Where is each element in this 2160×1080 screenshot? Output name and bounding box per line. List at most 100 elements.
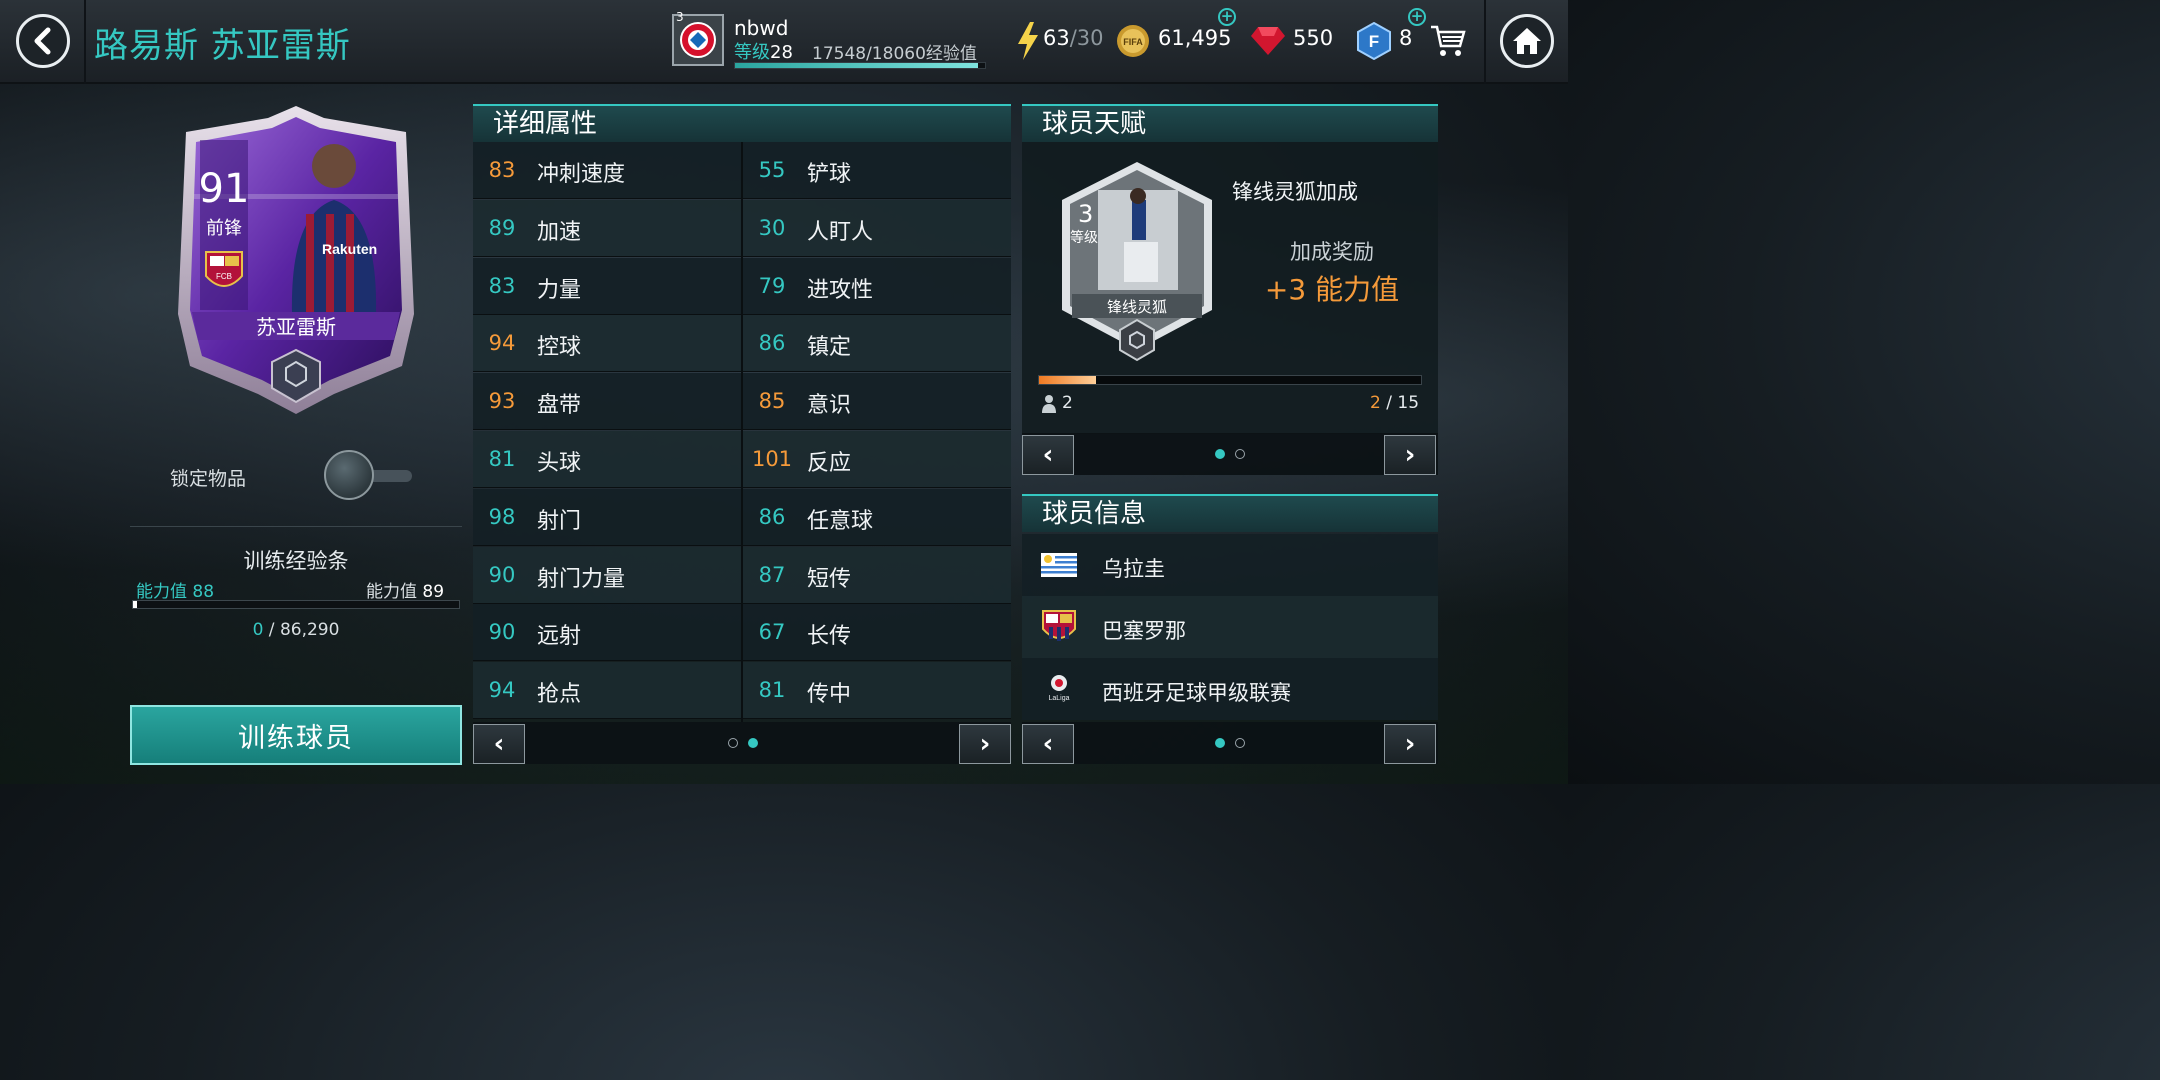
attribute-row: 86 任意球 <box>743 488 1011 546</box>
player-card[interactable]: Rakuten 91 前锋 FCB 苏亚雷斯 <box>164 104 428 416</box>
add-points-button[interactable]: + <box>1408 8 1426 26</box>
attribute-value: 90 <box>488 620 516 645</box>
info-row-league[interactable]: LaLiga 西班牙足球甲级联赛 <box>1022 658 1438 720</box>
league-logo-text: LaLiga <box>1048 695 1069 702</box>
attribute-name: 人盯人 <box>807 219 874 245</box>
stamina: 63/30 <box>1043 26 1104 50</box>
pager-dot-2[interactable] <box>1235 738 1245 748</box>
shopping-cart-icon[interactable] <box>1430 24 1466 58</box>
card-sponsor: Rakuten <box>322 241 377 257</box>
attribute-row: 94 抢点 <box>473 662 741 720</box>
coin-icon: FIFA <box>1117 25 1149 57</box>
attribute-name: 长传 <box>807 624 852 650</box>
attribute-value: 101 <box>751 447 793 471</box>
stamina-max: /30 <box>1069 26 1104 50</box>
talent-progress-fill <box>1039 376 1097 384</box>
talent-level-label: 等级 <box>1070 229 1098 246</box>
training-title: 训练经验条 <box>243 549 349 573</box>
talent-points: 2 / 15 <box>1370 393 1419 413</box>
attributes-prev-button[interactable]: ‹ <box>473 724 525 764</box>
info-prev-button[interactable]: ‹ <box>1022 724 1074 764</box>
attribute-row: 93 盘带 <box>473 373 741 431</box>
back-button[interactable] <box>16 14 70 68</box>
info-panel-title: 球员信息 <box>1022 494 1438 532</box>
ovr-current-value: 88 <box>192 582 215 602</box>
user-xp: 17548/18060经验值 <box>812 44 977 64</box>
user-level: 等级28 <box>734 38 793 64</box>
attribute-row: 67 长传 <box>743 604 1011 662</box>
talent-pager: ‹ › <box>1022 433 1438 475</box>
info-next-button[interactable]: › <box>1384 724 1436 764</box>
attribute-row: 30 人盯人 <box>743 199 1011 257</box>
svg-text:FIFA: FIFA <box>1123 37 1143 47</box>
progress-max: 86,290 <box>279 620 340 640</box>
attribute-value: 79 <box>758 273 786 298</box>
gem-icon <box>1251 27 1285 55</box>
talent-badge-frame: 3 等级 锋线灵狐 <box>1062 162 1212 362</box>
info-row-nation[interactable]: 乌拉圭 <box>1022 534 1438 596</box>
attribute-name: 意识 <box>807 393 852 419</box>
attribute-name: 射门力量 <box>537 566 626 592</box>
attribute-row: 81 传中 <box>743 662 1011 720</box>
attribute-value: 83 <box>488 158 516 182</box>
user-level-value: 28 <box>770 42 793 63</box>
ovr-next-value: 89 <box>422 582 445 602</box>
attribute-name: 加速 <box>537 219 582 245</box>
stamina-current: 63 <box>1043 26 1070 50</box>
talent-badge[interactable]: 3 等级 锋线灵狐 <box>1058 160 1216 364</box>
pager-dot-1[interactable] <box>1215 738 1225 748</box>
divider <box>130 526 462 527</box>
ovr-label: 能力值 <box>136 582 187 602</box>
info-row-club[interactable]: 巴塞罗那 <box>1022 596 1438 658</box>
lightning-icon <box>1018 22 1038 60</box>
talent-prev-button[interactable]: ‹ <box>1022 435 1074 475</box>
attribute-row: 86 镇定 <box>743 315 1011 373</box>
attribute-name: 短传 <box>807 566 852 592</box>
top-bar: 路易斯 苏亚雷斯 3 nbwd 等级28 17548/18060经验值 63/3… <box>0 0 1568 84</box>
attribute-value: 90 <box>488 562 516 587</box>
attribute-value: 89 <box>488 215 516 240</box>
svg-text:F: F <box>1369 32 1379 51</box>
talent-count: 2 <box>1062 393 1073 413</box>
pager-dot-1[interactable] <box>1215 449 1225 459</box>
attribute-row: 83 冲刺速度 <box>473 142 741 199</box>
talent-name: 锋线灵狐加成 <box>1232 180 1358 204</box>
attributes-next-button[interactable]: › <box>959 724 1011 764</box>
fifa-points-value: 8 <box>1399 26 1413 50</box>
talent-progress-bar <box>1038 375 1422 385</box>
attribute-value: 93 <box>488 389 516 414</box>
talent-points-current: 2 <box>1370 393 1381 413</box>
training-progress-bar <box>132 600 460 609</box>
attributes-panel-title: 详细属性 <box>473 104 1011 142</box>
add-coins-button[interactable]: + <box>1218 8 1236 26</box>
train-player-button[interactable]: 训练球员 <box>130 705 462 765</box>
attribute-value: 67 <box>758 620 786 645</box>
pager-dot-1[interactable] <box>728 738 738 748</box>
divider <box>84 0 86 84</box>
attribute-name: 抢点 <box>537 682 582 708</box>
attribute-name: 远射 <box>537 624 582 650</box>
info-pager: ‹ › <box>1022 722 1438 764</box>
lock-item-toggle[interactable] <box>322 448 414 502</box>
user-level-label: 等级 <box>734 42 770 63</box>
attribute-row: 98 射门 <box>473 488 741 546</box>
pager-dot-2[interactable] <box>1235 449 1245 459</box>
league-name: 西班牙足球甲级联赛 <box>1102 681 1291 705</box>
attribute-value: 81 <box>758 678 786 703</box>
toggle-knob <box>324 450 374 500</box>
attribute-row: 85 意识 <box>743 373 1011 431</box>
attribute-row: 55 铲球 <box>743 142 1011 199</box>
attribute-value: 94 <box>488 678 516 703</box>
gems-value: 550 <box>1293 26 1334 50</box>
attribute-name: 镇定 <box>807 335 852 361</box>
home-button[interactable] <box>1500 14 1554 68</box>
user-name: nbwd <box>734 16 789 40</box>
talent-next-button[interactable]: › <box>1384 435 1436 475</box>
barcelona-crest-icon <box>1042 610 1076 641</box>
attribute-name: 控球 <box>537 335 582 361</box>
badge-level: 3 <box>676 10 684 24</box>
fifa-points-icon: F <box>1357 22 1391 60</box>
attribute-row: 90 射门力量 <box>473 546 741 604</box>
pager-dot-2[interactable] <box>748 738 758 748</box>
attribute-value: 85 <box>758 389 786 414</box>
